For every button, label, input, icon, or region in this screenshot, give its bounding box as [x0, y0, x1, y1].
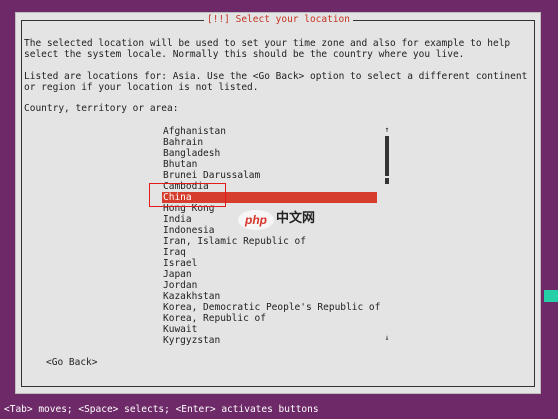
country-list[interactable]: Afghanistan Bahrain Bangladesh Bhutan Brunei… [162, 126, 380, 346]
php-watermark-logo: php 中文网 [238, 210, 322, 230]
list-item[interactable]: Bhutan [162, 159, 377, 170]
list-item[interactable]: Israel [162, 258, 377, 269]
list-item[interactable]: Korea, Democratic People's Republic of [162, 302, 380, 313]
country-prompt: Country, territory or area: [24, 103, 179, 114]
scroll-thumb-marker [385, 178, 389, 184]
list-item[interactable]: Kazakhstan [162, 291, 377, 302]
go-back-button[interactable]: <Go Back> [46, 357, 97, 368]
list-item[interactable]: Brunei Darussalam [162, 170, 377, 181]
list-item[interactable]: Korea, Republic of [162, 313, 377, 324]
dialog-title: [!!] Select your location [204, 14, 353, 25]
list-item[interactable]: Kyrgyzstan [162, 335, 377, 346]
scroll-up-arrow-icon[interactable]: ↑ [383, 126, 391, 134]
list-item[interactable]: Kuwait [162, 324, 377, 335]
list-item[interactable]: Japan [162, 269, 377, 280]
scroll-thumb[interactable] [385, 136, 389, 176]
listed-line-2: or region if your location is not listed… [24, 82, 259, 93]
intro-line-2: select the system locale. Normally this … [24, 49, 465, 60]
list-item[interactable]: Bangladesh [162, 148, 377, 159]
list-scrollbar[interactable]: ↑ ↓ [383, 126, 391, 342]
list-item[interactable]: Afghanistan [162, 126, 377, 137]
list-item[interactable]: Jordan [162, 280, 377, 291]
intro-line-1: The selected location will be used to se… [24, 38, 511, 49]
highlight-annotation-box [149, 183, 226, 207]
status-bar: <Tab> moves; <Space> selects; <Enter> ac… [0, 402, 558, 419]
scroll-down-arrow-icon[interactable]: ↓ [383, 334, 391, 342]
list-item[interactable]: Iran, Islamic Republic of [162, 236, 377, 247]
watermark-cn-text: 中文网 [276, 210, 316, 225]
edge-indicator [544, 290, 558, 302]
location-dialog: [!!] Select your location The selected l… [15, 12, 541, 394]
list-item[interactable]: Bahrain [162, 137, 377, 148]
watermark-php-text: php [238, 210, 274, 230]
listed-line-1: Listed are locations for: Asia. Use the … [24, 71, 528, 82]
list-item[interactable]: Iraq [162, 247, 377, 258]
